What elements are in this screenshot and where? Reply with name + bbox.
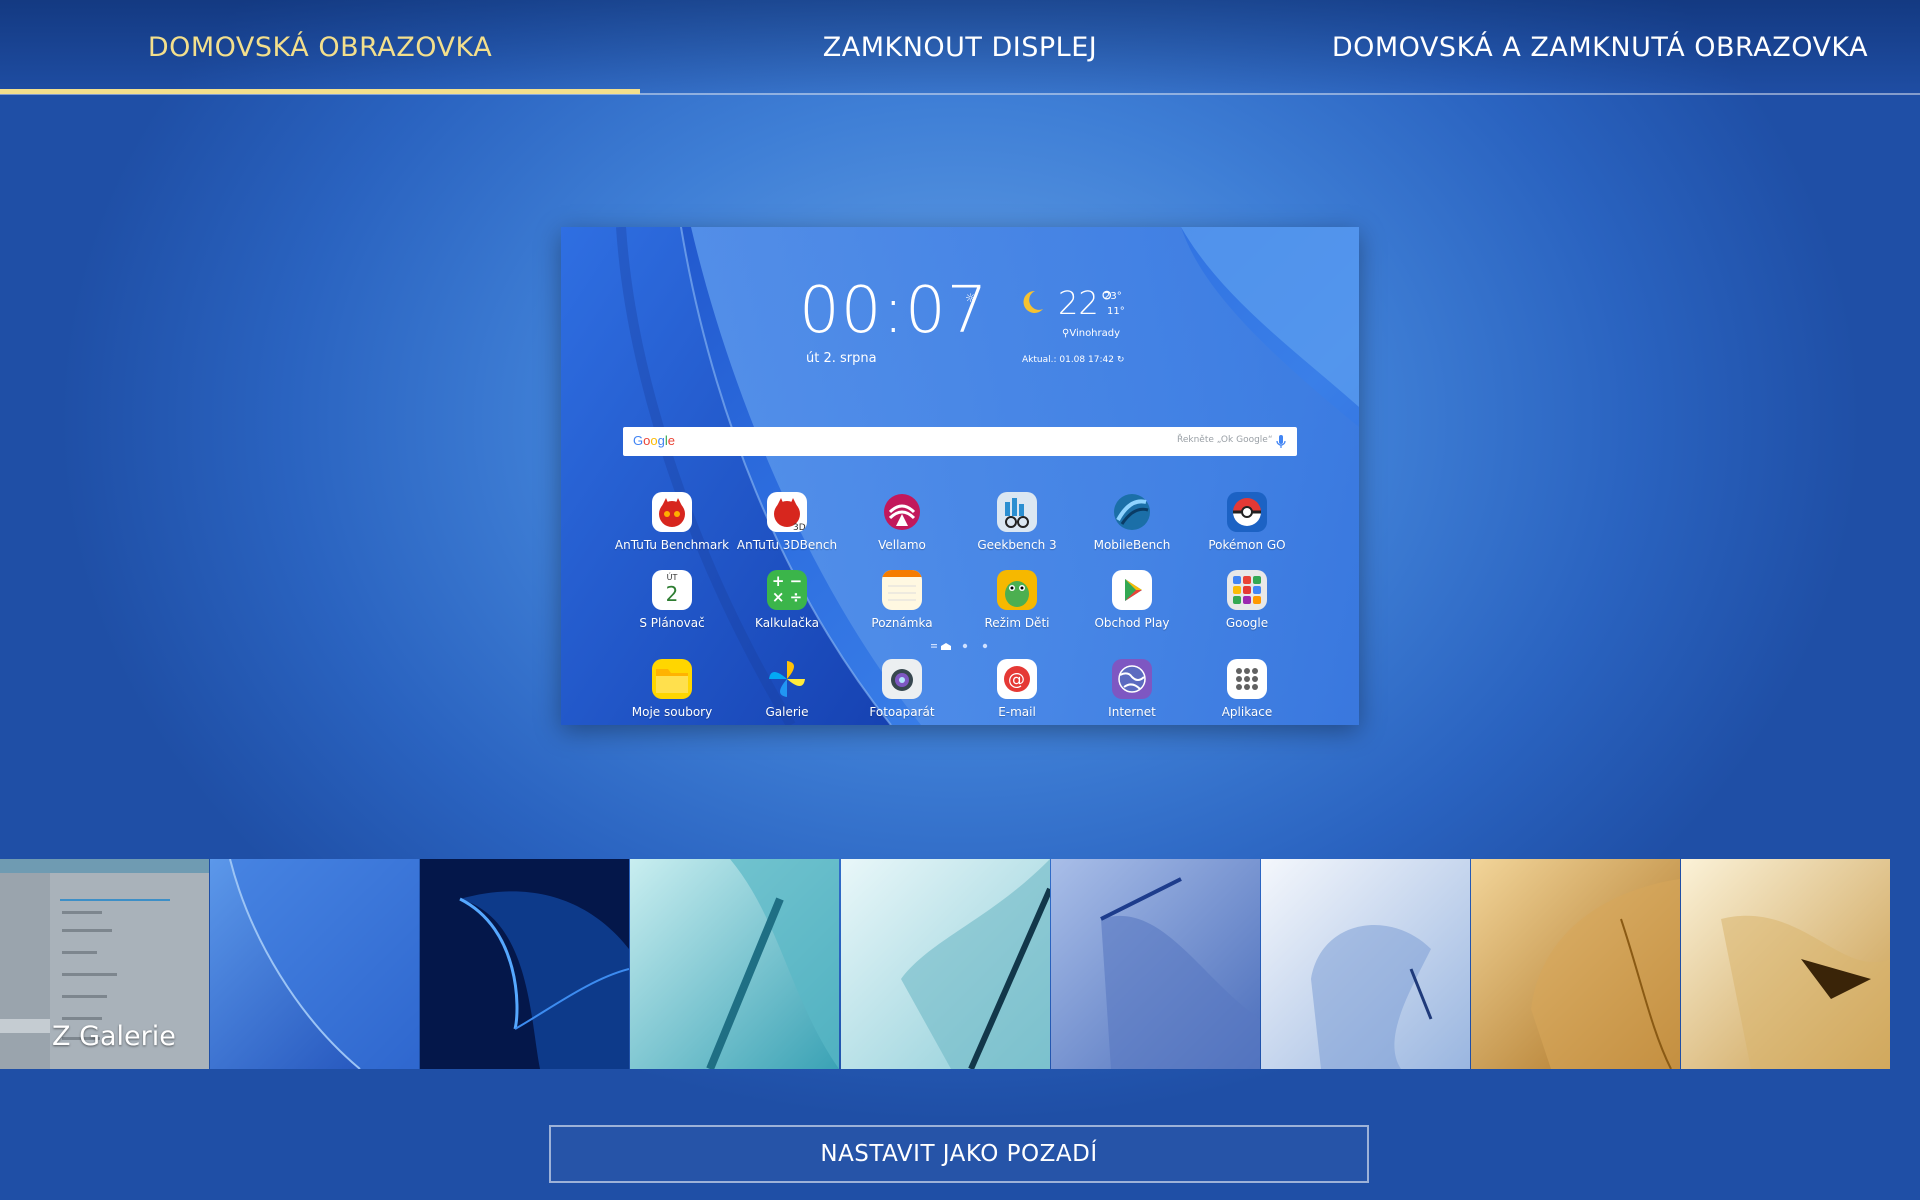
thumbnail-cream-gold-wave[interactable]	[1681, 859, 1890, 1069]
google-logo: Google	[633, 433, 675, 448]
gallery-label: Z Galerie	[52, 1021, 176, 1052]
app-kalkulacka[interactable]: + − × ÷ Kalkulačka	[727, 570, 847, 630]
refresh-icon: ↻	[1116, 355, 1125, 365]
antutu-icon	[652, 492, 692, 532]
google-folder-icon	[1227, 570, 1267, 610]
thumbnail-from-gallery[interactable]: Z Galerie	[0, 859, 209, 1069]
app-pokemon-go[interactable]: Pokémon GO	[1187, 492, 1307, 552]
app-obchod-play[interactable]: Obchod Play	[1072, 570, 1192, 630]
set-as-wallpaper-button[interactable]: NASTAVIT JAKO POZADÍ	[549, 1125, 1369, 1183]
app-google-folder[interactable]: Google	[1187, 570, 1307, 630]
app-rezim-deti[interactable]: Režim Děti	[957, 570, 1077, 630]
wallpaper-preview: 00:07 ☼ út 2. srpna 22° 23° 11° ⚲Vinohra…	[561, 227, 1359, 725]
antutu-3d-icon: 3D	[767, 492, 807, 532]
thumbnail-teal-wave[interactable]	[630, 859, 839, 1069]
thumbnail-blue-curves[interactable]	[210, 859, 419, 1069]
play-store-icon	[1112, 570, 1152, 610]
app-galerie[interactable]: Galerie	[727, 659, 847, 719]
svg-text:@: @	[1008, 670, 1025, 690]
internet-globe-icon	[1112, 659, 1152, 699]
svg-text:3D: 3D	[793, 523, 806, 532]
folder-icon	[652, 659, 692, 699]
temperature-low: 11°	[1107, 306, 1125, 317]
tab-lock-screen[interactable]: ZAMKNOUT DISPLEJ	[640, 0, 1280, 95]
tab-active-indicator	[0, 89, 640, 94]
settings-gear-icon: ☼	[965, 291, 976, 305]
email-icon: @	[997, 659, 1037, 699]
weather-updated: Aktual.: 01.08 17:42 ↻	[1022, 355, 1125, 365]
gallery-icon	[767, 659, 807, 699]
geekbench-icon	[997, 492, 1037, 532]
google-search-bar[interactable]: Google Řekněte „Ok Google“	[623, 427, 1297, 456]
app-antutu-3dbench[interactable]: 3D AnTuTu 3DBench	[727, 492, 847, 552]
temperature-high: 23°	[1104, 291, 1122, 302]
app-mobilebench[interactable]: MobileBench	[1072, 492, 1192, 552]
app-poznamka[interactable]: Poznámka	[842, 570, 962, 630]
app-fotoaparat[interactable]: Fotoaparát	[842, 659, 962, 719]
mobilebench-icon	[1112, 492, 1152, 532]
camera-icon	[882, 659, 922, 699]
app-antutu-benchmark[interactable]: AnTuTu Benchmark	[612, 492, 732, 552]
app-vellamo[interactable]: Vellamo	[842, 492, 962, 552]
app-s-planovac[interactable]: ÚT 2 S Plánovač	[612, 570, 732, 630]
app-email[interactable]: @ E-mail	[957, 659, 1077, 719]
thumbnail-light-teal-wave[interactable]	[841, 859, 1050, 1069]
search-hint: Řekněte „Ok Google“	[1177, 435, 1273, 445]
apps-grid-icon	[1227, 659, 1267, 699]
notes-icon	[882, 570, 922, 610]
app-moje-soubory[interactable]: Moje soubory	[612, 659, 732, 719]
thumbnail-periwinkle-wave[interactable]	[1051, 859, 1260, 1069]
tab-home-and-lock-screen[interactable]: DOMOVSKÁ A ZAMKNUTÁ OBRAZOVKA	[1280, 0, 1920, 95]
tab-home-screen[interactable]: DOMOVSKÁ OBRAZOVKA	[0, 0, 640, 95]
clock-widget: 00:07	[799, 274, 989, 348]
weather-location: ⚲Vinohrady	[1062, 328, 1121, 339]
tab-bar: DOMOVSKÁ OBRAZOVKA ZAMKNOUT DISPLEJ DOMO…	[0, 0, 1920, 95]
pokeball-icon	[1227, 492, 1267, 532]
thumbnail-pale-blue-wave[interactable]	[1261, 859, 1470, 1069]
date-label: út 2. srpna	[806, 351, 877, 366]
calendar-icon: ÚT 2	[652, 570, 692, 610]
page-indicator	[931, 643, 988, 650]
wallpaper-thumbnails: Z Galerie	[0, 859, 1890, 1069]
app-internet[interactable]: Internet	[1072, 659, 1192, 719]
kids-dino-icon	[997, 570, 1037, 610]
microphone-icon[interactable]	[1275, 434, 1287, 450]
app-aplikace[interactable]: Aplikace	[1187, 659, 1307, 719]
moon-icon	[1023, 290, 1043, 313]
vellamo-icon	[882, 492, 922, 532]
calculator-icon: + − × ÷	[767, 570, 807, 610]
thumbnail-gold-wave[interactable]	[1471, 859, 1680, 1069]
thumbnail-dark-blue-wave[interactable]	[420, 859, 629, 1069]
app-geekbench[interactable]: Geekbench 3	[957, 492, 1077, 552]
